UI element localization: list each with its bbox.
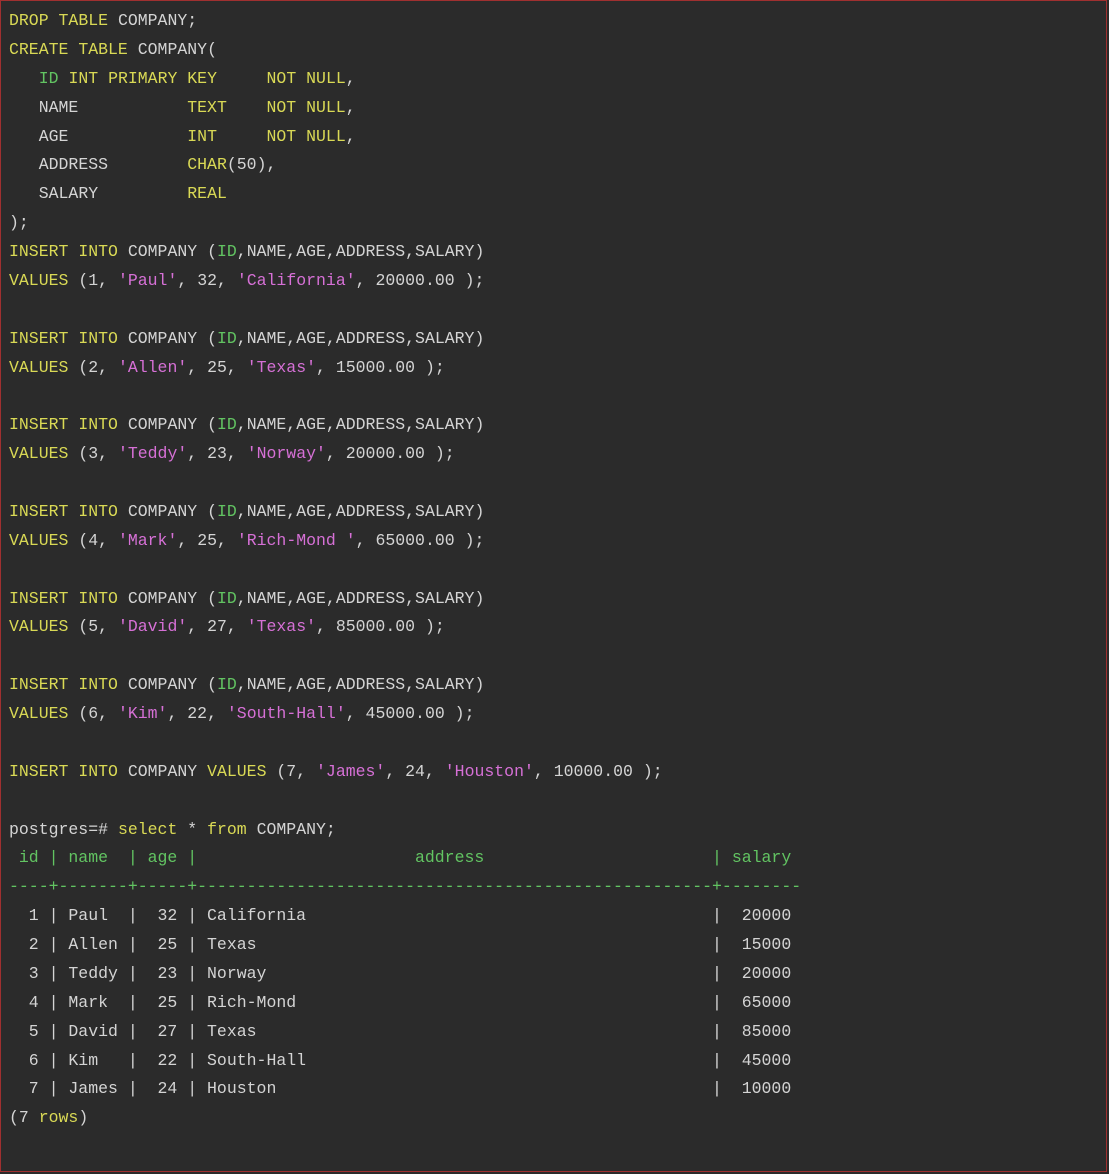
psql-prompt: postgres=# [9,820,108,839]
comma: , [346,127,356,146]
tbl-company: COMPANY [118,11,187,30]
result-header: id | name | age | address | salary [9,848,791,867]
footer-open: ( [9,1108,19,1127]
result-row: 2 | Allen | 25 | Texas | 15000 [9,935,791,954]
footer-close: ) [78,1108,88,1127]
tbl-company: COMPANY [128,415,197,434]
sql-code-block: DROP TABLE COMPANY; CREATE TABLE COMPANY… [1,1,1106,1139]
val-id: 1 [88,271,98,290]
kw-into: INTO [78,329,118,348]
kw-insert: INSERT [9,762,68,781]
comma: , [346,69,356,88]
result-row: 3 | Teddy | 23 | Norway | 20000 [9,964,791,983]
kw-not: NOT [267,69,297,88]
char-size: (50) [227,155,267,174]
kw-null: NULL [306,69,346,88]
result-row: 1 | Paul | 32 | California | 20000 [9,906,791,925]
semicolon: ; [187,11,197,30]
col-name: NAME [247,242,287,261]
kw-into: INTO [78,589,118,608]
tbl-company: COMPANY [128,242,197,261]
kw-table: TABLE [78,40,128,59]
footer-count: 7 [19,1108,29,1127]
kw-primary: PRIMARY [108,69,177,88]
star: * [187,820,197,839]
kw-insert: INSERT [9,329,68,348]
kw-not: NOT [267,127,297,146]
kw-values: VALUES [9,271,68,290]
tbl-company: COMPANY [138,40,207,59]
paren-close: ); [9,213,29,232]
type-real: REAL [187,184,227,203]
paren-open: ( [78,271,88,290]
tbl-company: COMPANY [128,589,197,608]
kw-insert: INSERT [9,415,68,434]
paren-close: ) [474,242,484,261]
kw-values: VALUES [9,704,68,723]
kw-into: INTO [78,415,118,434]
kw-table: TABLE [59,11,109,30]
col-address: ADDRESS [39,155,108,174]
col-age: AGE [296,242,326,261]
result-row: 4 | Mark | 25 | Rich-Mond | 65000 [9,993,791,1012]
tbl-company: COMPANY [128,329,197,348]
kw-into: INTO [78,502,118,521]
val-addr: 'California' [237,271,356,290]
kw-drop: DROP [9,11,49,30]
kw-null: NULL [306,127,346,146]
result-divider: ----+-------+-----+---------------------… [9,877,801,896]
kw-null: NULL [306,98,346,117]
result-row: 7 | James | 24 | Houston | 10000 [9,1079,791,1098]
kw-into: INTO [78,675,118,694]
result-row: 6 | Kim | 22 | South-Hall | 45000 [9,1051,791,1070]
kw-values: VALUES [9,531,68,550]
kw-into: INTO [78,242,118,261]
kw-values: VALUES [9,617,68,636]
type-text: TEXT [187,98,227,117]
kw-values: VALUES [9,444,68,463]
col-id: ID [217,242,237,261]
col-name: NAME [39,98,79,117]
type-int: INT [187,127,217,146]
kw-from: from [207,820,247,839]
col-address: ADDRESS [336,242,405,261]
kw-insert: INSERT [9,589,68,608]
kw-values: VALUES [207,762,266,781]
comma: , [266,155,276,174]
kw-insert: INSERT [9,242,68,261]
kw-select: select [118,820,177,839]
type-int: INT [68,69,98,88]
comma: , [346,98,356,117]
kw-key: KEY [187,69,217,88]
tbl-company: COMPANY [128,675,197,694]
col-age: AGE [39,127,69,146]
type-char: CHAR [187,155,227,174]
tbl-company: COMPANY [257,820,326,839]
result-row: 5 | David | 27 | Texas | 85000 [9,1022,791,1041]
col-id: ID [39,69,59,88]
kw-values: VALUES [9,358,68,377]
kw-insert: INSERT [9,675,68,694]
paren-close: ); [455,271,485,290]
kw-into: INTO [78,762,118,781]
kw-insert: INSERT [9,502,68,521]
tbl-company: COMPANY [128,502,197,521]
col-salary: SALARY [39,184,98,203]
val-age: 32 [197,271,217,290]
col-salary: SALARY [415,242,474,261]
footer-rows: rows [39,1108,79,1127]
paren-open: ( [207,40,217,59]
kw-not: NOT [266,98,296,117]
kw-create: CREATE [9,40,68,59]
val-name: 'Paul' [118,271,177,290]
val-sal: 20000.00 [375,271,454,290]
tbl-company: COMPANY [128,762,197,781]
paren-open: ( [207,242,217,261]
semicolon: ; [326,820,336,839]
